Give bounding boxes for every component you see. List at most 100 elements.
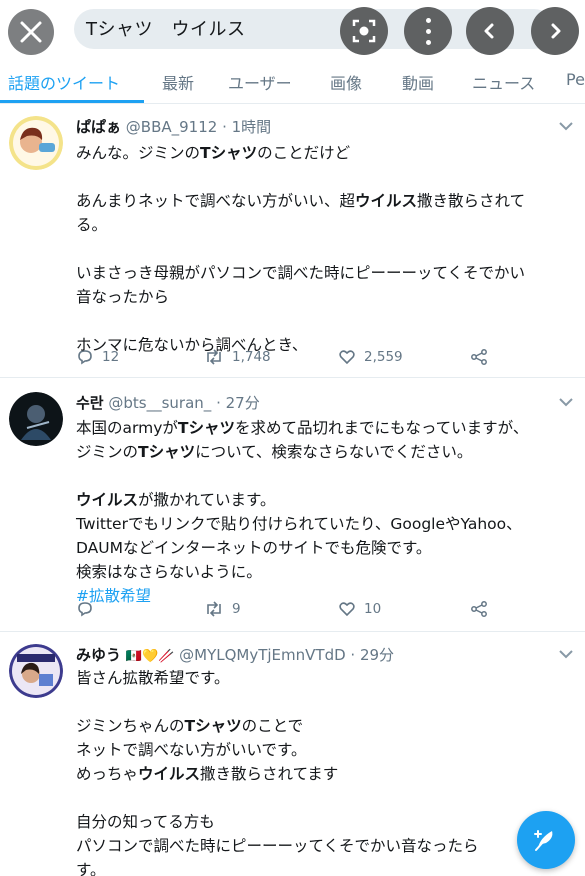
- keyword-highlight: ウイルス: [138, 765, 201, 783]
- top-bar: Tシャツ ウイルス: [0, 0, 585, 58]
- tweet-line: ジミンちゃんのTシャツのことで: [76, 717, 304, 735]
- reply-icon: [78, 350, 92, 365]
- like-count: 2,559: [364, 349, 403, 365]
- tweet-line: Twitterでもリンクで貼り付けられていたり、GoogleやYahoo、: [76, 515, 522, 533]
- share-icon: [471, 349, 487, 365]
- share-button[interactable]: [470, 348, 496, 366]
- tab-people[interactable]: Pe: [566, 70, 585, 89]
- separator: ·: [217, 118, 232, 136]
- heart-icon: [339, 602, 355, 617]
- more-options-button[interactable]: [404, 7, 452, 55]
- share-icon: [471, 601, 487, 617]
- timestamp: 1時間: [231, 118, 272, 136]
- lens-icon: [352, 19, 376, 43]
- retweet-count: 9: [232, 601, 241, 617]
- tweet-line: [76, 237, 576, 261]
- lens-button[interactable]: [340, 7, 388, 55]
- tab-videos[interactable]: 動画: [402, 70, 434, 94]
- compose-feather-icon: [534, 830, 553, 851]
- tweet-line: パソコンで調べた時にピーーーッてくそでかい音なったら: [76, 837, 479, 855]
- tab-latest[interactable]: 最新: [162, 70, 194, 94]
- user-handle: @BBA_9112: [125, 118, 218, 136]
- avatar[interactable]: [9, 644, 63, 698]
- tweet-header: 수란 @bts__suran_ · 27分: [76, 392, 260, 413]
- reply-icon: [78, 602, 92, 617]
- tweet-line: 音なったから: [76, 288, 170, 306]
- reply-count: 12: [102, 349, 120, 365]
- tweet-line: あんまりネットで調べない方がいい、超ウイルス撒き散らされて: [76, 192, 526, 210]
- retweet-button[interactable]: 9: [204, 600, 241, 618]
- avatar-image: [9, 644, 63, 698]
- tweet-actions: 12 1,748 2,559: [76, 348, 576, 370]
- tweet-line: [76, 165, 576, 189]
- tweet-line: [76, 309, 576, 333]
- keyword-highlight: ウイルス: [355, 192, 418, 210]
- display-name[interactable]: 수란: [76, 394, 104, 412]
- dot: [425, 28, 431, 34]
- keyword-highlight: Tシャツ: [184, 717, 242, 735]
- avatar-image: [9, 392, 63, 446]
- user-handle: @bts__suran_: [108, 394, 212, 412]
- like-button[interactable]: 2,559: [338, 348, 403, 366]
- keyword-highlight: Tシャツ: [177, 419, 235, 437]
- tab-top[interactable]: 話題のツイート: [8, 70, 120, 94]
- tweet-line: 皆さん拡散希望です。: [76, 669, 230, 687]
- avatar[interactable]: [9, 116, 63, 170]
- tweet-line: ジミンのTシャツについて、検索なさらないでください。: [76, 443, 473, 461]
- tweet-line: [76, 786, 576, 810]
- back-button[interactable]: [466, 7, 514, 55]
- tweet-line: 本国のarmyがTシャツを求めて品切れまでにもなっていますが、: [76, 419, 529, 437]
- heart-icon: [339, 350, 355, 365]
- avatar-image: [9, 116, 63, 170]
- tweet-line: 検索はなさらないように。: [76, 563, 262, 581]
- tab-news[interactable]: ニュース: [472, 70, 535, 94]
- user-handle: @MYLQMyTjEmnVTdD: [179, 646, 346, 664]
- reply-button[interactable]: [76, 600, 102, 618]
- chevron-down-icon[interactable]: [558, 648, 574, 660]
- tweet-actions: 9 10: [76, 600, 576, 622]
- keyword-highlight: Tシャツ: [200, 144, 258, 162]
- tweet-line: る。: [76, 216, 108, 234]
- close-button[interactable]: [8, 9, 54, 55]
- chevron-left-icon: [484, 23, 494, 39]
- like-count: 10: [364, 601, 382, 617]
- tab-images[interactable]: 画像: [330, 70, 362, 94]
- tweet[interactable]: 수란 @bts__suran_ · 27分 本国のarmyがTシャツを求めて品切…: [0, 378, 585, 632]
- chevron-down-icon[interactable]: [558, 120, 574, 132]
- keyword-highlight: ウイルス: [76, 491, 139, 509]
- tab-users[interactable]: ユーザー: [228, 70, 292, 94]
- close-icon: [20, 21, 42, 43]
- retweet-button[interactable]: 1,748: [204, 348, 271, 366]
- chevron-right-icon: [551, 23, 561, 39]
- retweet-icon: [207, 349, 221, 365]
- search-query-text[interactable]: Tシャツ ウイルス: [86, 15, 246, 41]
- avatar[interactable]: [9, 392, 63, 446]
- tweet-line: みんな。ジミンのTシャツのことだけど: [76, 144, 351, 162]
- tweet-line: す。: [76, 861, 106, 876]
- tweet-line: ネットで調べない方がいいです。: [76, 741, 307, 759]
- chevron-down-icon[interactable]: [558, 396, 574, 408]
- reply-button[interactable]: 12: [76, 348, 119, 366]
- tweet[interactable]: みゆう 🇲🇽💛🥢 @MYLQMyTjEmnVTdD · 29分 皆さん拡散希望で…: [0, 632, 585, 876]
- share-button[interactable]: [470, 600, 496, 618]
- tweet-line: [76, 690, 576, 714]
- separator: ·: [211, 394, 226, 412]
- forward-button[interactable]: [531, 7, 579, 55]
- like-button[interactable]: 10: [338, 600, 381, 618]
- tweet-line: いまさっき母親がパソコンで調べた時にピーーーッてくそでかい: [76, 264, 526, 282]
- active-tab-indicator: [0, 100, 144, 103]
- display-name[interactable]: ぱぱぁ: [76, 118, 121, 136]
- tweet-line: 自分の知ってる方も: [76, 813, 215, 831]
- retweet-icon: [207, 601, 221, 617]
- tweet-header: ぱぱぁ @BBA_9112 · 1時間: [76, 116, 271, 137]
- compose-tweet-button[interactable]: [517, 811, 575, 869]
- timestamp: 27分: [225, 394, 260, 412]
- display-name[interactable]: みゆう: [76, 646, 121, 664]
- tweet-line: めっちゃウイルス撒き散らされてます: [76, 765, 339, 783]
- tweet[interactable]: ぱぱぁ @BBA_9112 · 1時間 みんな。ジミンのTシャツのことだけどあん…: [0, 104, 585, 378]
- retweet-count: 1,748: [232, 349, 271, 365]
- dot: [425, 17, 431, 23]
- timestamp: 29分: [359, 646, 395, 664]
- tweet-header: みゆう 🇲🇽💛🥢 @MYLQMyTjEmnVTdD · 29分: [76, 644, 394, 665]
- tweet-line: [76, 464, 576, 488]
